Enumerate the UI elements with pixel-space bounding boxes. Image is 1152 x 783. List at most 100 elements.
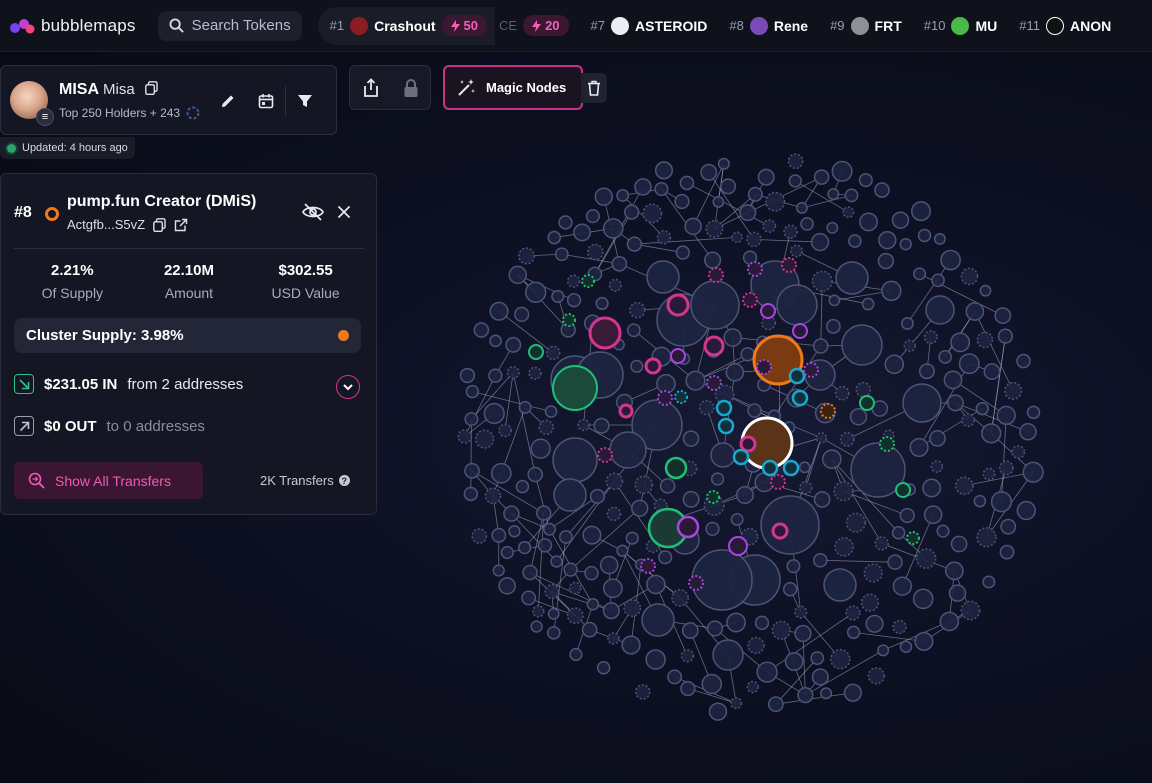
holder-bubble[interactable] [786, 559, 801, 574]
holder-bubble[interactable] [997, 328, 1014, 344]
holder-bubble[interactable] [939, 611, 960, 632]
highlighted-holder-bubble[interactable] [820, 403, 836, 419]
highlighted-holder-bubble[interactable] [597, 447, 613, 463]
holder-bubble[interactable] [626, 236, 643, 252]
holder-bubble[interactable] [874, 536, 889, 551]
holder-bubble[interactable] [858, 173, 873, 188]
holder-bubble[interactable] [892, 576, 913, 596]
holder-bubble[interactable] [488, 368, 503, 383]
holder-bubble[interactable] [634, 475, 654, 495]
holder-bubble[interactable] [624, 204, 640, 220]
holder-bubble[interactable] [674, 193, 690, 210]
holder-bubble[interactable] [684, 217, 702, 236]
holder-bubble[interactable] [996, 405, 1016, 426]
holder-bubble[interactable] [810, 232, 830, 252]
holder-bubble[interactable] [710, 442, 736, 468]
holder-bubble[interactable] [537, 538, 553, 553]
highlighted-holder-bubble[interactable] [706, 375, 722, 391]
holder-bubble[interactable] [701, 673, 723, 695]
holder-bubble[interactable] [799, 481, 813, 495]
holder-bubble[interactable] [1016, 353, 1031, 369]
holder-bubble[interactable] [527, 466, 544, 483]
magic-nodes-button[interactable]: Magic Nodes [443, 65, 583, 110]
holder-bubble[interactable] [946, 394, 964, 412]
holder-bubble[interactable] [573, 223, 592, 242]
holder-bubble[interactable] [979, 284, 992, 297]
holder-bubble[interactable] [891, 211, 910, 229]
holder-bubble[interactable] [874, 182, 890, 198]
holder-bubble[interactable] [929, 429, 946, 447]
highlighted-holder-bubble[interactable] [562, 313, 576, 327]
holder-bubble[interactable] [723, 328, 743, 347]
share-icon[interactable] [362, 77, 380, 98]
holder-bubble[interactable] [828, 294, 841, 307]
holder-bubble[interactable] [582, 525, 602, 545]
highlighted-holder-bubble[interactable] [552, 365, 598, 411]
holder-bubble[interactable] [532, 605, 545, 618]
calendar-button[interactable] [247, 86, 285, 116]
holder-bubble[interactable] [700, 163, 718, 181]
holder-bubble[interactable] [492, 564, 505, 577]
holder-bubble[interactable] [503, 505, 520, 522]
holder-bubble[interactable] [938, 349, 953, 364]
holder-bubble[interactable] [783, 582, 798, 597]
holder-bubble[interactable] [568, 581, 582, 595]
highlighted-holder-bubble[interactable] [644, 357, 662, 375]
holder-bubble[interactable] [943, 370, 963, 390]
highlighted-holder-bubble[interactable] [895, 482, 911, 498]
holder-bubble[interactable] [746, 231, 762, 248]
holder-bubble[interactable] [515, 479, 530, 494]
highlighted-holder-bubble[interactable] [717, 417, 735, 435]
holder-bubble[interactable] [616, 188, 630, 202]
holder-bubble[interactable] [546, 626, 561, 640]
holder-bubble[interactable] [735, 486, 754, 505]
holder-bubble[interactable] [1026, 405, 1041, 420]
holder-bubble[interactable] [606, 506, 622, 522]
holder-bubble[interactable] [990, 491, 1013, 513]
holder-bubble[interactable] [465, 384, 480, 399]
holder-bubble[interactable] [823, 568, 857, 602]
holder-bubble[interactable] [518, 400, 532, 414]
holder-bubble[interactable] [783, 224, 798, 240]
holder-bubble[interactable] [712, 639, 744, 671]
holder-bubble[interactable] [634, 178, 652, 196]
holder-bubble[interactable] [923, 330, 938, 345]
holder-bubble[interactable] [459, 367, 476, 384]
holder-bubble[interactable] [528, 366, 542, 380]
holder-bubble[interactable] [631, 499, 649, 517]
holder-bubble[interactable] [973, 494, 987, 508]
holder-bubble[interactable] [910, 201, 932, 222]
holder-bubble[interactable] [646, 260, 680, 294]
holder-bubble[interactable] [682, 490, 700, 508]
holder-bubble[interactable] [553, 478, 587, 512]
holder-bubble[interactable] [948, 584, 967, 602]
holder-bubble[interactable] [552, 437, 598, 483]
holder-bubble[interactable] [760, 495, 820, 555]
holder-bubble[interactable] [658, 550, 673, 565]
holder-bubble[interactable] [621, 635, 641, 655]
holder-bubble[interactable] [813, 491, 831, 508]
external-link-icon[interactable] [174, 218, 188, 232]
highlighted-holder-bubble[interactable] [781, 257, 797, 273]
holder-bubble[interactable] [878, 230, 897, 250]
highlighted-holder-bubble[interactable] [715, 399, 733, 417]
holder-bubble[interactable] [705, 521, 720, 537]
holder-bubble[interactable] [490, 462, 512, 484]
holder-bubble[interactable] [982, 575, 996, 589]
holder-bubble[interactable] [830, 648, 851, 670]
holder-bubble[interactable] [720, 178, 737, 195]
holder-bubble[interactable] [544, 584, 560, 600]
holder-bubble[interactable] [833, 481, 854, 502]
holder-bubble[interactable] [530, 620, 543, 633]
holder-bubble[interactable] [566, 293, 582, 308]
holder-bubble[interactable] [551, 289, 565, 304]
holder-bubble[interactable] [860, 593, 880, 612]
holder-bubble[interactable] [626, 323, 641, 338]
holder-bubble[interactable] [634, 684, 651, 700]
holder-bubble[interactable] [625, 531, 639, 545]
highlighted-holder-bubble[interactable] [756, 359, 772, 375]
holder-bubble[interactable] [607, 632, 620, 645]
holder-bubble[interactable] [1022, 461, 1044, 483]
holder-bubble[interactable] [790, 244, 803, 258]
holder-bubble[interactable] [609, 431, 647, 469]
